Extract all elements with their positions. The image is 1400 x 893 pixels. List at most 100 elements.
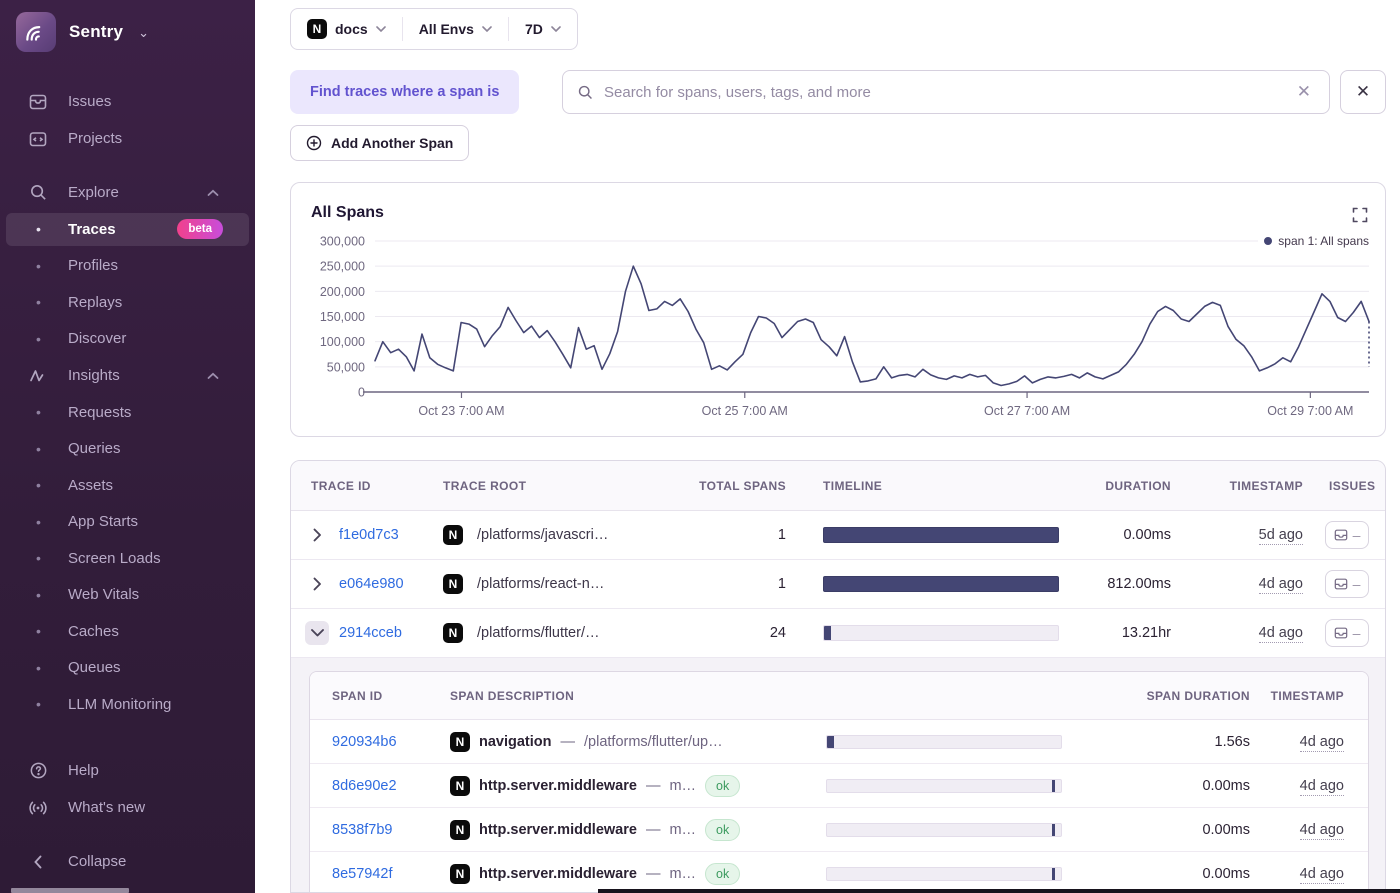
- separator-dash: —: [646, 822, 661, 838]
- project-filter[interactable]: N docs: [291, 9, 402, 49]
- span-id-link[interactable]: 8538f7b9: [332, 822, 392, 838]
- main-content: N docs All Envs 7D Find traces where a s…: [255, 0, 1400, 893]
- chevron-down-icon: ⌄: [138, 25, 149, 41]
- issues-icon: [1334, 626, 1348, 640]
- nextjs-platform-icon: N: [443, 623, 463, 643]
- sidebar-subitem-label: Replays: [68, 294, 122, 311]
- nextjs-platform-icon: N: [450, 820, 470, 840]
- timeline-track: [826, 779, 1062, 793]
- trace-table-row[interactable]: 2914cceb N /platforms/flutter/… 24 13.21…: [291, 609, 1385, 658]
- trace-timestamp[interactable]: 4d ago: [1259, 576, 1303, 594]
- span-id-link[interactable]: 920934b6: [332, 734, 397, 750]
- chevron-down-icon: [482, 26, 492, 32]
- col-header-span-id: SPAN ID: [310, 689, 450, 703]
- bullet-icon: •: [36, 221, 41, 237]
- span-timeline[interactable]: [826, 867, 1062, 881]
- sidebar-footer-nav: Help What's new: [0, 752, 255, 826]
- expand-chevron[interactable]: [305, 523, 329, 547]
- span-table-row[interactable]: 920934b6 N navigation — /platforms/flutt…: [310, 720, 1368, 764]
- spans-line-chart[interactable]: 050,000100,000150,000200,000250,000300,0…: [291, 183, 1387, 436]
- svg-text:100,000: 100,000: [320, 335, 365, 349]
- issues-button[interactable]: –: [1325, 521, 1369, 549]
- sidebar-subitem-label: Traces: [68, 221, 116, 238]
- sidebar-section-explore[interactable]: Explore: [0, 174, 255, 211]
- sidebar: Sentry ⌄ Issues: [0, 0, 255, 893]
- chevron-up-icon[interactable]: [207, 189, 219, 197]
- remove-span-condition-button[interactable]: ✕: [1340, 70, 1386, 114]
- separator-dash: —: [561, 734, 576, 750]
- span-search-input[interactable]: [604, 84, 1283, 101]
- trace-id-link[interactable]: e064e980: [339, 576, 404, 592]
- span-timestamp[interactable]: 4d ago: [1300, 778, 1344, 796]
- chart-legend[interactable]: span 1: All spans: [1258, 234, 1369, 248]
- sidebar-item-projects[interactable]: Projects: [0, 120, 255, 157]
- trace-id-link[interactable]: 2914cceb: [339, 625, 402, 641]
- date-range-filter[interactable]: 7D: [509, 9, 577, 49]
- sentry-logo-icon: [16, 12, 56, 52]
- sidebar-item-label: Issues: [68, 93, 111, 110]
- span-table-row[interactable]: 8d6e90e2 N http.server.middleware — m… o…: [310, 764, 1368, 808]
- sidebar-subitem[interactable]: • Assets: [0, 467, 255, 504]
- trace-timeline[interactable]: [823, 576, 1059, 592]
- sidebar-subitem[interactable]: • Replays: [0, 284, 255, 321]
- sidebar-subitem[interactable]: • Screen Loads: [0, 540, 255, 577]
- expand-chevron[interactable]: [305, 572, 329, 596]
- trace-timestamp[interactable]: 5d ago: [1259, 527, 1303, 545]
- sidebar-item-help[interactable]: Help: [0, 752, 255, 789]
- bullet-icon: •: [36, 331, 41, 347]
- sidebar-section-insights[interactable]: Insights: [0, 357, 255, 394]
- span-timeline[interactable]: [826, 823, 1062, 837]
- sidebar-subitem[interactable]: • App Starts: [0, 504, 255, 541]
- separator-dash: —: [646, 778, 661, 794]
- sidebar-subitem[interactable]: • Queues: [0, 650, 255, 687]
- projects-icon: [28, 129, 48, 149]
- sidebar-subitem[interactable]: • Caches: [0, 613, 255, 650]
- add-another-span-button[interactable]: Add Another Span: [290, 125, 469, 161]
- issues-button[interactable]: –: [1325, 619, 1369, 647]
- insights-children: • Requests • Queries • Assets • App Star…: [0, 394, 255, 723]
- expand-chevron[interactable]: [305, 621, 329, 645]
- svg-text:50,000: 50,000: [327, 360, 365, 374]
- span-description: m…: [669, 866, 696, 882]
- span-table-row[interactable]: 8538f7b9 N http.server.middleware — m… o…: [310, 808, 1368, 852]
- sidebar-subitem[interactable]: • LLM Monitoring: [0, 686, 255, 723]
- span-timeline[interactable]: [826, 779, 1062, 793]
- span-timestamp[interactable]: 4d ago: [1300, 734, 1344, 752]
- sidebar-subitem[interactable]: • Traces beta: [0, 211, 255, 248]
- sidebar-subitem[interactable]: • Queries: [0, 431, 255, 468]
- span-op: http.server.middleware: [479, 866, 637, 882]
- trace-root: /platforms/react-n…: [477, 576, 604, 592]
- sidebar-subitem[interactable]: • Discover: [0, 321, 255, 358]
- collapse-button[interactable]: Collapse: [0, 843, 255, 880]
- org-switcher[interactable]: Sentry ⌄: [16, 12, 149, 52]
- bullet-icon: •: [36, 660, 41, 676]
- span-timeline[interactable]: [826, 735, 1062, 749]
- timeline-track: [826, 867, 1062, 881]
- total-spans: 1: [683, 576, 786, 592]
- sidebar-item-issues[interactable]: Issues: [0, 83, 255, 120]
- trace-table-row[interactable]: e064e980 N /platforms/react-n… 1 812.00m…: [291, 560, 1385, 609]
- span-timestamp[interactable]: 4d ago: [1300, 866, 1344, 884]
- sidebar-item-whats-new[interactable]: What's new: [0, 789, 255, 826]
- trace-id-link[interactable]: f1e0d7c3: [339, 527, 399, 543]
- span-table-row[interactable]: 8e57942f N http.server.middleware — m… o…: [310, 852, 1368, 893]
- environment-filter[interactable]: All Envs: [403, 9, 508, 49]
- span-id-link[interactable]: 8e57942f: [332, 866, 392, 882]
- trace-timestamp[interactable]: 4d ago: [1259, 625, 1303, 643]
- svg-text:Oct 25 7:00 AM: Oct 25 7:00 AM: [702, 404, 788, 418]
- bottom-edge-bar: [598, 889, 1400, 893]
- sidebar-subitem[interactable]: • Requests: [0, 394, 255, 431]
- trace-table-row[interactable]: f1e0d7c3 N /platforms/javascri… 1 0.00ms…: [291, 511, 1385, 560]
- sidebar-subitem[interactable]: • Profiles: [0, 248, 255, 285]
- trace-timeline[interactable]: [823, 527, 1059, 543]
- chevron-up-icon[interactable]: [207, 372, 219, 380]
- span-id-link[interactable]: 8d6e90e2: [332, 778, 397, 794]
- sidebar-subitem[interactable]: • Web Vitals: [0, 577, 255, 614]
- issues-button[interactable]: –: [1325, 570, 1369, 598]
- span-timestamp[interactable]: 4d ago: [1300, 822, 1344, 840]
- timeline-segment: [1052, 780, 1056, 792]
- trace-timeline[interactable]: [823, 625, 1059, 641]
- clear-search-icon[interactable]: ✕: [1293, 82, 1315, 102]
- span-duration: 0.00ms: [1062, 866, 1250, 882]
- expand-chart-icon[interactable]: [1352, 207, 1368, 223]
